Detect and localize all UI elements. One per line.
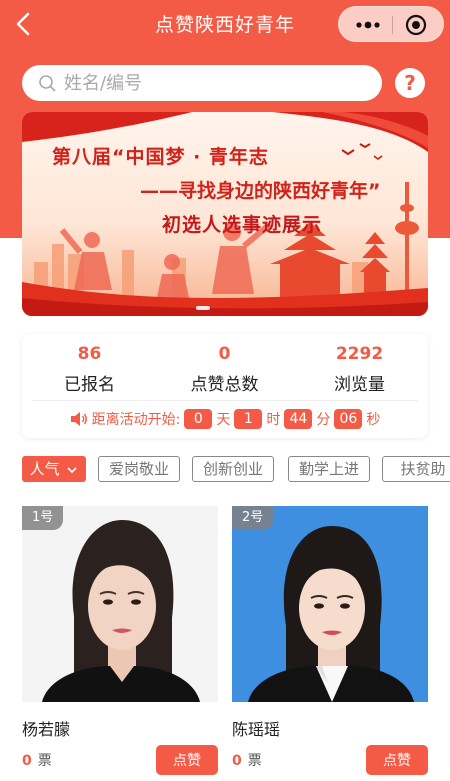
like-button[interactable]: 点赞 — [366, 745, 428, 775]
countdown-seconds: 06 — [334, 409, 363, 429]
search-input[interactable] — [64, 69, 364, 97]
filter-study[interactable]: 勤学上进 — [288, 456, 370, 482]
stat-label: 浏览量 — [334, 375, 385, 395]
help-button[interactable]: ? — [395, 68, 425, 98]
stat-registered: 86 已报名 — [22, 344, 157, 395]
countdown-minutes-unit: 分 — [316, 412, 331, 428]
vote-number: 0 — [22, 753, 32, 769]
mini-program-capsule — [338, 6, 444, 42]
banner-title-line3: 初选人选事迹展示 — [162, 214, 323, 236]
filter-dedication[interactable]: 爱岗敬业 — [98, 456, 180, 482]
category-filter-bar: 人气 爱岗敬业 创新创业 勤学上进 扶贫助 — [22, 456, 450, 484]
carousel-indicator — [196, 306, 210, 310]
vote-number: 0 — [232, 753, 242, 769]
countdown-prefix: 距离活动开始: — [91, 412, 181, 428]
portrait-image — [22, 506, 218, 702]
filter-poverty-relief[interactable]: 扶贫助 — [382, 456, 450, 482]
filter-label: 人气 — [29, 460, 60, 478]
nav-bar: 点赞陕西好青年 — [0, 0, 450, 46]
countdown-seconds-unit: 秒 — [366, 412, 381, 428]
close-mini-program-button[interactable] — [405, 14, 427, 36]
vote-count: 0票 — [232, 750, 262, 770]
stat-label: 点赞总数 — [190, 375, 259, 395]
countdown-hours-unit: 时 — [266, 412, 281, 428]
countdown: 距离活动开始: 0 天 1 时 44 分 06 秒 — [22, 408, 428, 430]
candidate-name: 杨若朦 — [22, 720, 71, 739]
stats-divider — [32, 400, 418, 401]
candidate-number-tag: 1号 — [22, 506, 64, 530]
portrait-image — [232, 506, 428, 702]
filter-popularity[interactable]: 人气 — [22, 456, 86, 482]
candidate-number-tag: 2号 — [232, 506, 274, 530]
stats-card: 86 已报名 0 点赞总数 2292 浏览量 距离活动开始: 0 天 1 时 4… — [22, 334, 428, 438]
candidate-name: 陈瑶瑶 — [232, 720, 281, 739]
stat-views: 2292 浏览量 — [292, 344, 427, 395]
stat-value: 2292 — [335, 344, 384, 364]
candidate-photo[interactable]: 2号 — [232, 506, 428, 702]
more-button[interactable] — [353, 15, 383, 35]
stat-likes: 0 点赞总数 — [157, 344, 292, 395]
capsule-divider — [392, 16, 393, 34]
vote-unit: 票 — [37, 753, 52, 769]
search-bar — [22, 65, 382, 101]
chevron-down-icon — [67, 466, 77, 473]
stat-value: 86 — [77, 344, 102, 364]
banner-title-line2: ——寻找身边的陕西好青年” — [140, 180, 381, 202]
countdown-days: 0 — [184, 409, 213, 429]
stat-label: 已报名 — [64, 375, 115, 395]
speaker-icon — [70, 412, 87, 426]
countdown-hours: 1 — [234, 409, 263, 429]
stat-value: 0 — [218, 344, 231, 364]
countdown-minutes: 44 — [284, 409, 313, 429]
filter-innovation[interactable]: 创新创业 — [192, 456, 274, 482]
candidate-photo[interactable]: 1号 — [22, 506, 218, 702]
target-icon — [405, 14, 427, 36]
search-icon — [39, 75, 56, 92]
like-button[interactable]: 点赞 — [156, 745, 218, 775]
more-dots-icon — [356, 21, 380, 29]
vote-count: 0票 — [22, 750, 52, 770]
vote-unit: 票 — [247, 753, 262, 769]
banner-title-line1: 第八届“中国梦 · 青年志 — [52, 146, 269, 168]
event-banner[interactable]: 第八届“中国梦 · 青年志 ——寻找身边的陕西好青年” 初选人选事迹展示 — [22, 112, 428, 316]
countdown-days-unit: 天 — [216, 412, 231, 428]
